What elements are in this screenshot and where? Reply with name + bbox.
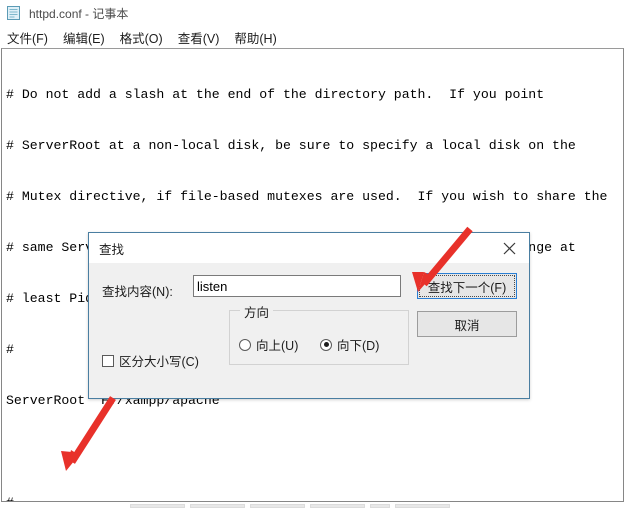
menu-format[interactable]: 格式(O) <box>120 28 163 47</box>
menu-edit[interactable]: 编辑(E) <box>63 28 105 47</box>
direction-group-legend: 方向 <box>240 302 274 321</box>
notepad-icon <box>6 5 22 21</box>
taskbar-item[interactable] <box>395 504 450 508</box>
direction-group: 方向 向上(U) 向下(D) <box>229 302 409 365</box>
radio-direction-up[interactable]: 向上(U) <box>239 335 298 354</box>
menu-view[interactable]: 查看(V) <box>178 28 220 47</box>
text-line: # Mutex directive, if file-based mutexes… <box>6 189 608 204</box>
radio-up-icon <box>239 338 251 351</box>
cancel-button[interactable]: 取消 <box>417 311 517 337</box>
find-what-label: 查找内容(N): <box>102 285 173 299</box>
menu-bar: 文件(F) 编辑(E) 格式(O) 查看(V) 帮助(H) <box>0 26 625 48</box>
find-dialog-body: 查找内容(N): 查找下一个(F) 取消 方向 向上(U) 向下(D) 区分大小… <box>89 263 529 398</box>
menu-help[interactable]: 帮助(H) <box>234 28 276 47</box>
taskbar-item[interactable] <box>250 504 305 508</box>
close-icon[interactable] <box>489 234 529 263</box>
find-what-input[interactable] <box>193 275 401 297</box>
radio-down-icon <box>320 338 332 351</box>
window-title: httpd.conf - 记事本 <box>29 6 129 21</box>
taskbar-item[interactable] <box>310 504 365 508</box>
radio-down-label: 向下(D) <box>337 339 380 353</box>
radio-direction-down[interactable]: 向下(D) <box>320 335 379 354</box>
match-case-checkbox[interactable]: 区分大小写(C) <box>102 351 199 370</box>
taskbar-item[interactable] <box>370 504 390 508</box>
find-next-button[interactable]: 查找下一个(F) <box>417 273 517 299</box>
radio-up-label: 向上(U) <box>256 339 299 353</box>
find-dialog: 查找 查找内容(N): 查找下一个(F) 取消 方向 向上(U) 向下(D) <box>88 232 530 399</box>
text-line <box>6 443 623 460</box>
text-line: # <box>6 494 623 501</box>
taskbar <box>0 503 625 508</box>
checkbox-icon <box>102 354 114 367</box>
text-line: # ServerRoot at a non-local disk, be sur… <box>6 138 576 153</box>
taskbar-item[interactable] <box>190 504 245 508</box>
title-bar: httpd.conf - 记事本 <box>0 0 625 26</box>
find-dialog-title: 查找 <box>99 242 125 257</box>
menu-file[interactable]: 文件(F) <box>7 28 48 47</box>
match-case-label: 区分大小写(C) <box>119 355 199 369</box>
taskbar-item[interactable] <box>130 504 185 508</box>
text-line: # Do not add a slash at the end of the d… <box>6 87 545 102</box>
find-dialog-title-bar: 查找 <box>89 233 529 263</box>
